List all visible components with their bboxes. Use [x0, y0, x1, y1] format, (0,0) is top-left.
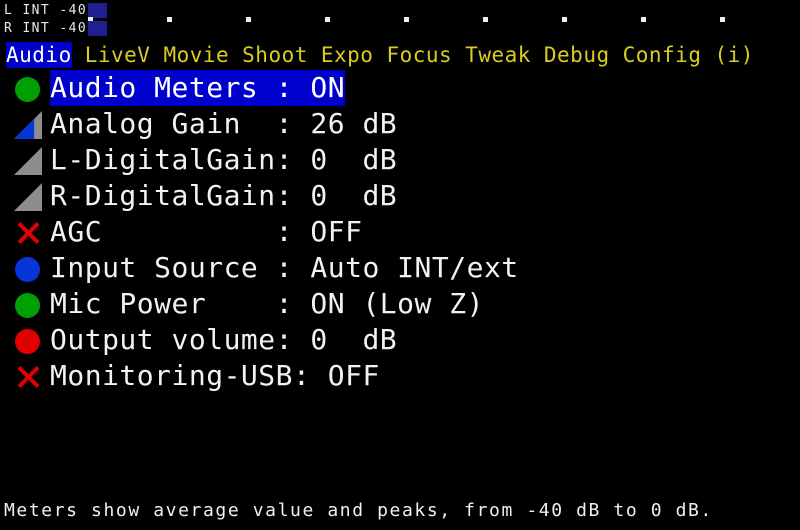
tab-tweak[interactable]: Tweak [465, 42, 531, 68]
menu-item-separator: : [293, 359, 328, 392]
gain-triangle-icon [14, 111, 44, 139]
blue-circle-icon [14, 255, 44, 283]
menu-item-text: L-DigitalGain: 0 dB [50, 142, 397, 178]
menu-item-label: Audio Meters [50, 71, 276, 104]
menu-item-value[interactable]: 0 dB [310, 179, 397, 212]
gain-triangle-icon [14, 147, 44, 175]
menu-item-text: Mic Power : ON (Low Z) [50, 286, 484, 322]
green-circle-icon [14, 291, 44, 319]
menu-item-separator: : [275, 323, 311, 356]
menu-item-text: Monitoring-USB: OFF [50, 358, 380, 394]
menu-item-separator: : [275, 287, 311, 320]
menu-item-separator: : [275, 71, 311, 104]
menu-tab-bar[interactable]: Audio LiveV Movie Shoot Expo Focus Tweak Debug C… [0, 42, 800, 68]
tab-shoot[interactable]: Shoot [242, 42, 308, 68]
menu-item-value[interactable]: OFF [310, 215, 362, 248]
meter-label-right: R INT -40 [4, 21, 88, 36]
menu-item-value[interactable]: 0 dB [310, 323, 397, 356]
audio-meters-panel: L INT -40 R INT -40 [0, 0, 800, 38]
menu-item-value[interactable]: 26 dB [310, 107, 397, 140]
meter-bar-right [88, 21, 107, 36]
menu-item-text: R-DigitalGain: 0 dB [50, 178, 397, 214]
menu-item-agc[interactable]: AGC : OFF [0, 214, 800, 250]
menu-item-value[interactable]: OFF [328, 359, 380, 392]
gain-triangle-icon [14, 183, 44, 211]
menu-item-value[interactable]: ON (Low Z) [310, 287, 484, 320]
menu-item-l-digitalgain[interactable]: L-DigitalGain: 0 dB [0, 142, 800, 178]
menu-item-label: Output volume [50, 323, 276, 356]
green-circle-icon [14, 75, 44, 103]
menu-item-label: L-DigitalGain [50, 143, 276, 176]
menu-item-r-digitalgain[interactable]: R-DigitalGain: 0 dB [0, 178, 800, 214]
menu-item-separator: : [275, 143, 311, 176]
red-x-icon [14, 219, 44, 247]
tab-livev[interactable]: LiveV [85, 42, 151, 68]
audio-menu-list: Audio Meters : ON Analog Gain : 26 dB L-Di… [0, 70, 800, 394]
menu-item-separator: : [275, 251, 311, 284]
menu-item-audio-meters[interactable]: Audio Meters : ON [0, 70, 800, 106]
menu-item-analog-gain[interactable]: Analog Gain : 26 dB [0, 106, 800, 142]
menu-item-separator: : [275, 179, 311, 212]
tab-audio[interactable]: Audio [6, 42, 72, 68]
menu-item-monitoring-usb[interactable]: Monitoring-USB: OFF [0, 358, 800, 394]
footer-help-bar: Meters show average value and peaks, fro… [0, 492, 800, 530]
menu-item-mic-power[interactable]: Mic Power : ON (Low Z) [0, 286, 800, 322]
menu-item-value[interactable]: ON [310, 71, 345, 104]
menu-item-label: AGC [50, 215, 276, 248]
red-x-icon [14, 363, 44, 391]
tab-expo[interactable]: Expo [321, 42, 374, 68]
tab-movie[interactable]: Movie [163, 42, 229, 68]
menu-item-label: Input Source [50, 251, 276, 284]
menu-item-text: AGC : OFF [50, 214, 362, 250]
tab-focus[interactable]: Focus [386, 42, 452, 68]
ml-menu-screen: L INT -40 R INT -40 Audio LiveV Movie Shoot… [0, 0, 800, 530]
menu-item-text: Output volume: 0 dB [50, 322, 397, 358]
menu-item-text: Input Source : Auto INT/ext [50, 250, 519, 286]
menu-item-label: R-DigitalGain [50, 179, 276, 212]
menu-item-value[interactable]: Auto INT/ext [310, 251, 518, 284]
tab-i[interactable]: (i) [714, 42, 753, 68]
menu-item-text: Analog Gain : 26 dB [50, 106, 397, 142]
red-circle-icon [14, 327, 44, 355]
tab-config[interactable]: Config [623, 42, 702, 68]
menu-item-input-source[interactable]: Input Source : Auto INT/ext [0, 250, 800, 286]
menu-item-output-volume[interactable]: Output volume: 0 dB [0, 322, 800, 358]
tab-debug[interactable]: Debug [544, 42, 610, 68]
meter-bar-left [88, 3, 107, 18]
menu-item-value[interactable]: 0 dB [310, 143, 397, 176]
menu-item-text: Audio Meters : ON [50, 70, 346, 106]
meter-row-right: R INT -40 [0, 20, 800, 37]
menu-item-separator: : [275, 215, 311, 248]
footer-help-text: Meters show average value and peaks, fro… [4, 500, 713, 521]
menu-item-label: Monitoring-USB [50, 359, 294, 392]
menu-item-label: Mic Power [50, 287, 276, 320]
menu-item-label: Analog Gain [50, 107, 276, 140]
menu-item-separator: : [275, 107, 311, 140]
